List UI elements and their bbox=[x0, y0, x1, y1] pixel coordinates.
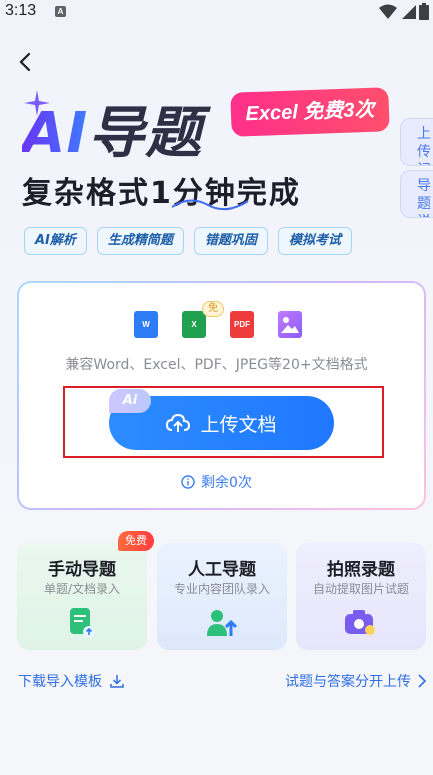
tag-generate-simplified: 生成精简题 bbox=[96, 227, 184, 255]
status-icons bbox=[379, 3, 429, 20]
feature-tags: AI解析 生成精简题 错题巩固 模拟考试 bbox=[24, 227, 352, 255]
ai-chip: Ai bbox=[109, 389, 151, 413]
remaining-count: 剩余0次 bbox=[0, 472, 433, 492]
card-title: 人工导题 bbox=[188, 560, 256, 580]
download-icon bbox=[110, 675, 124, 688]
upload-cloud-icon bbox=[166, 413, 191, 432]
tag-ai-analysis: AI解析 bbox=[24, 227, 87, 255]
person-upload-icon bbox=[207, 610, 237, 636]
photo-import-card[interactable]: 拍照录题 自动提取图片试题 bbox=[296, 543, 426, 650]
remaining-text: 剩余0次 bbox=[201, 475, 252, 491]
card-subtitle: 自动提取图片试题 bbox=[312, 582, 409, 596]
import-guide-tab[interactable]: 导题说明 bbox=[400, 170, 433, 218]
separate-upload-link[interactable]: 试题与答案分开上传 bbox=[285, 671, 427, 691]
document-upload-icon bbox=[70, 608, 95, 638]
info-icon bbox=[181, 475, 195, 489]
hero-ai-text: AI bbox=[22, 101, 89, 166]
hero-subtitle: 复杂格式1分钟完成 bbox=[22, 176, 301, 211]
card-subtitle: 单题/文档录入 bbox=[43, 582, 121, 596]
status-time: 3:13 bbox=[5, 2, 37, 19]
back-arrow-icon[interactable] bbox=[14, 50, 38, 74]
human-import-card[interactable]: 人工导题 专业内容团队录入 bbox=[157, 543, 287, 650]
upload-button-label: 上传文档 bbox=[200, 413, 277, 436]
status-bar: 3:13 A bbox=[0, 0, 433, 26]
download-template-link[interactable]: 下载导入模板 bbox=[18, 671, 124, 691]
tag-mock-exam: 模拟考试 bbox=[277, 227, 352, 255]
notification-icon: A bbox=[55, 6, 66, 17]
card-title: 手动导题 bbox=[48, 560, 116, 580]
compat-formats-text: 兼容Word、Excel、PDF、JPEG等20+文档格式 bbox=[65, 357, 368, 373]
free-badge: 免费 bbox=[118, 531, 154, 551]
hero-title-rest: 导题 bbox=[88, 101, 203, 166]
manual-import-card[interactable]: 手动导题 单题/文档录入 bbox=[17, 543, 147, 650]
free-mini-badge: 免 bbox=[202, 301, 224, 317]
wifi-icon bbox=[379, 4, 397, 19]
image-file-icon bbox=[278, 311, 302, 338]
battery-icon bbox=[419, 3, 429, 20]
signal-icon bbox=[402, 4, 416, 19]
camera-icon bbox=[345, 610, 375, 635]
excel-file-icon: X bbox=[182, 311, 206, 338]
word-file-icon: W bbox=[134, 311, 158, 338]
card-title: 拍照录题 bbox=[327, 560, 395, 580]
pdf-file-icon: PDF bbox=[230, 311, 254, 338]
squiggle-decoration bbox=[171, 199, 249, 211]
separate-upload-label: 试题与答案分开上传 bbox=[285, 674, 411, 690]
card-subtitle: 专业内容团队录入 bbox=[173, 582, 270, 596]
download-template-label: 下载导入模板 bbox=[18, 674, 102, 690]
hero-title: AI导题 bbox=[22, 88, 202, 169]
chevron-right-icon bbox=[418, 674, 427, 688]
tag-wrong-review: 错题巩固 bbox=[193, 227, 268, 255]
upload-record-tab[interactable]: 上传记录 bbox=[400, 118, 433, 166]
excel-free-badge: Excel 免费3次 bbox=[230, 87, 390, 137]
